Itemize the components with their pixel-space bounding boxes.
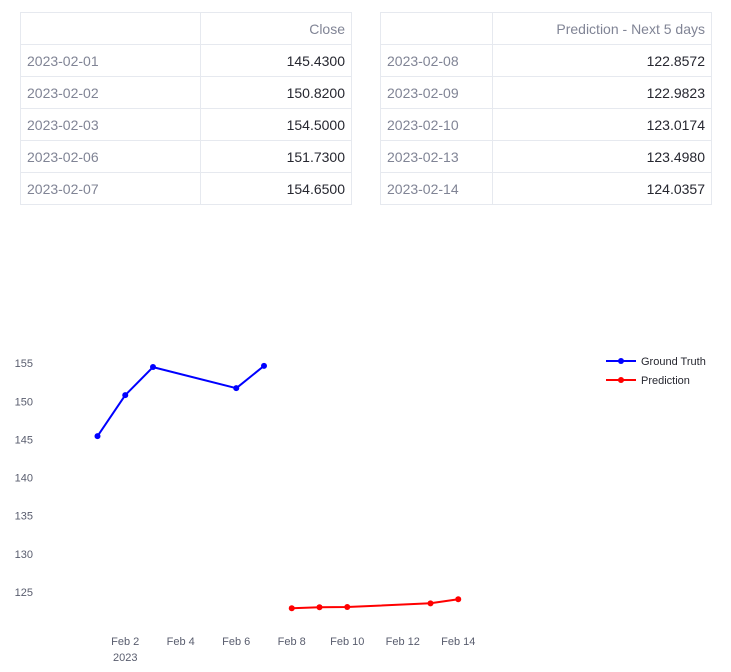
row-date: 2023-02-02 [20,76,201,109]
index-header [380,12,493,45]
data-point [94,433,101,440]
table-row: 2023-02-01 145.4300 [20,44,352,77]
data-point [122,392,129,399]
data-point [344,604,351,611]
close-table: Close 2023-02-01 145.4300 2023-02-02 150… [20,12,352,205]
x-tick-label: Feb 4 [167,636,195,648]
table-row: 2023-02-09 122.9823 [380,76,712,109]
y-tick-label: 145 [15,434,33,446]
row-value: 154.5000 [200,108,352,141]
data-point [316,604,323,611]
prediction-header: Prediction - Next 5 days [492,12,712,45]
series-line-0 [96,365,265,437]
y-tick-label: 150 [15,396,33,408]
data-point [150,364,156,371]
row-value: 154.6500 [200,172,352,205]
x-tick-label: Feb 14 [441,636,475,648]
row-date: 2023-02-08 [380,44,493,77]
row-date: 2023-02-09 [380,76,493,109]
legend-label: Ground Truth [641,356,706,368]
row-value: 123.0174 [492,108,712,141]
row-date: 2023-02-10 [380,108,493,141]
x-tick-label: Feb 2 [111,636,139,648]
data-point [233,385,240,392]
x-tick-label: Feb 12 [386,636,420,648]
row-value: 122.9823 [492,76,712,109]
y-tick-label: 140 [15,473,33,485]
table-row: 2023-02-14 124.0357 [380,172,712,205]
x-tick-label: Feb 10 [330,636,364,648]
table-row: 2023-02-07 154.6500 [20,172,352,205]
row-date: 2023-02-06 [20,140,201,173]
data-point [288,605,295,612]
table-row: 2023-02-06 151.7300 [20,140,352,173]
table-row: 2023-02-02 150.8200 [20,76,352,109]
legend-marker-1 [618,377,624,383]
prediction-table: Prediction - Next 5 days 2023-02-08 122.… [380,12,712,205]
row-value: 151.7300 [200,140,352,173]
row-value: 150.8200 [200,76,352,109]
y-tick-label: 130 [15,549,33,561]
row-date: 2023-02-03 [20,108,201,141]
data-point [455,596,462,603]
table-header-row: Prediction - Next 5 days [380,12,712,45]
x-tick-label: Feb 8 [278,636,306,648]
table-row: 2023-02-03 154.5000 [20,108,352,141]
close-header: Close [200,12,352,45]
data-point [427,600,434,607]
index-header [20,12,201,45]
row-date: 2023-02-14 [380,172,493,205]
table-row: 2023-02-13 123.4980 [380,140,712,173]
y-tick-label: 155 [15,358,33,370]
row-date: 2023-02-13 [380,140,493,173]
data-point [261,362,267,369]
row-value: 145.4300 [200,44,352,77]
table-header-row: Close [20,12,352,45]
row-value: 124.0357 [492,172,712,205]
row-value: 122.8572 [492,44,712,77]
row-date: 2023-02-01 [20,44,201,77]
x-tick-label: Feb 6 [222,636,250,648]
y-tick-label: 125 [15,587,33,599]
table-row: 2023-02-08 122.8572 [380,44,712,77]
x-year-label: 2023 [113,652,137,664]
row-value: 123.4980 [492,140,712,173]
y-tick-label: 135 [15,511,33,523]
legend-marker-0 [618,358,624,364]
table-row: 2023-02-10 123.0174 [380,108,712,141]
legend-label: Prediction [641,375,690,387]
row-date: 2023-02-07 [20,172,201,205]
line-chart: 125 130 135 140 145 150 155 Feb 2 Feb 4 Feb 6 Feb … [15,356,706,664]
